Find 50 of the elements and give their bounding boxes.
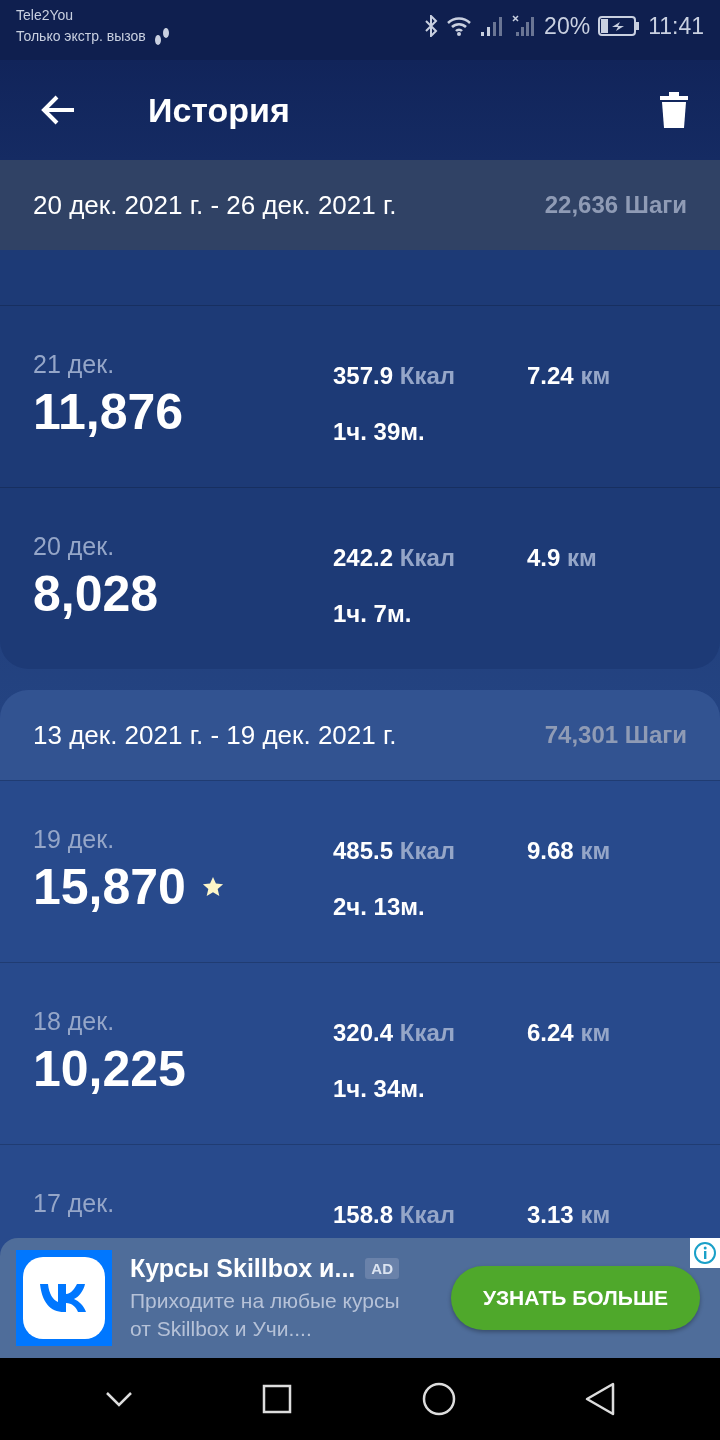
day-date: 19 дек. — [33, 825, 116, 854]
recent-apps-icon[interactable] — [262, 1384, 293, 1414]
ad-title: Курсы Skillbox и... — [130, 1253, 356, 1283]
calories-value: 485.5 Ккал — [333, 837, 456, 865]
distance-value: 4.9 км — [527, 544, 598, 572]
calories-value: 357.9 Ккал — [333, 362, 456, 390]
day-date: 20 дек. — [33, 532, 116, 561]
collapse-icon[interactable] — [104, 1391, 133, 1407]
back-icon[interactable] — [585, 1382, 616, 1416]
week-total: 74,301 Шаги — [544, 721, 687, 749]
calories-value: 242.2 Ккал — [333, 544, 456, 572]
ad-description: Приходите на любые курсы от Skillbox и Учи.... — [130, 1287, 401, 1342]
battery-charging-icon — [598, 16, 641, 36]
day-date: 17 дек. — [33, 1189, 116, 1218]
step-count: 10,225 — [33, 1040, 186, 1098]
bluetooth-icon — [424, 15, 439, 37]
day-date: 21 дек. — [33, 350, 116, 379]
distance-value: 3.13 км — [527, 1201, 612, 1229]
step-count: 11,876 — [33, 383, 184, 441]
carrier-name: Tele2You — [16, 5, 75, 25]
trash-icon — [660, 92, 688, 128]
duration-value: 2ч. 13м. — [333, 893, 426, 921]
week-range: 20 дек. 2021 г. - 26 дек. 2021 г. — [33, 189, 397, 221]
wifi-icon — [446, 16, 473, 36]
signal-icon — [512, 15, 537, 37]
day-date: 18 дек. — [33, 1007, 116, 1036]
carrier-status: Только экстр. вызов — [16, 27, 146, 46]
week-total: 22,636 Шаги — [544, 191, 687, 219]
info-button[interactable] — [690, 1238, 720, 1268]
ad-badge: AD — [365, 1257, 399, 1279]
app-logo-icon — [16, 1250, 112, 1346]
clock-time: 11:41 — [648, 12, 704, 40]
duration-value: 1ч. 39м. — [333, 418, 426, 446]
step-count: 8,028 — [33, 565, 159, 623]
week-range: 13 дек. 2021 г. - 19 дек. 2021 г. — [33, 719, 397, 751]
distance-value: 9.68 км — [527, 837, 612, 865]
distance-value: 6.24 км — [527, 1019, 612, 1047]
calories-value: 158.8 Ккал — [333, 1201, 456, 1229]
signal-icon — [480, 15, 505, 37]
distance-value: 7.24 км — [527, 362, 612, 390]
duration-value: 1ч. 34м. — [333, 1075, 426, 1103]
duration-value: 1ч. 7м. — [333, 600, 413, 628]
home-icon[interactable] — [421, 1382, 456, 1416]
screen-title: История — [148, 90, 291, 130]
step-count: 15,870 — [33, 858, 186, 916]
calories-value: 320.4 Ккал — [333, 1019, 456, 1047]
learn-more-button[interactable]: УЗНАТЬ БОЛЬШЕ — [450, 1266, 700, 1330]
back-arrow-icon — [40, 94, 76, 126]
info-icon — [693, 1241, 717, 1265]
battery-percent: 20% — [544, 12, 591, 40]
